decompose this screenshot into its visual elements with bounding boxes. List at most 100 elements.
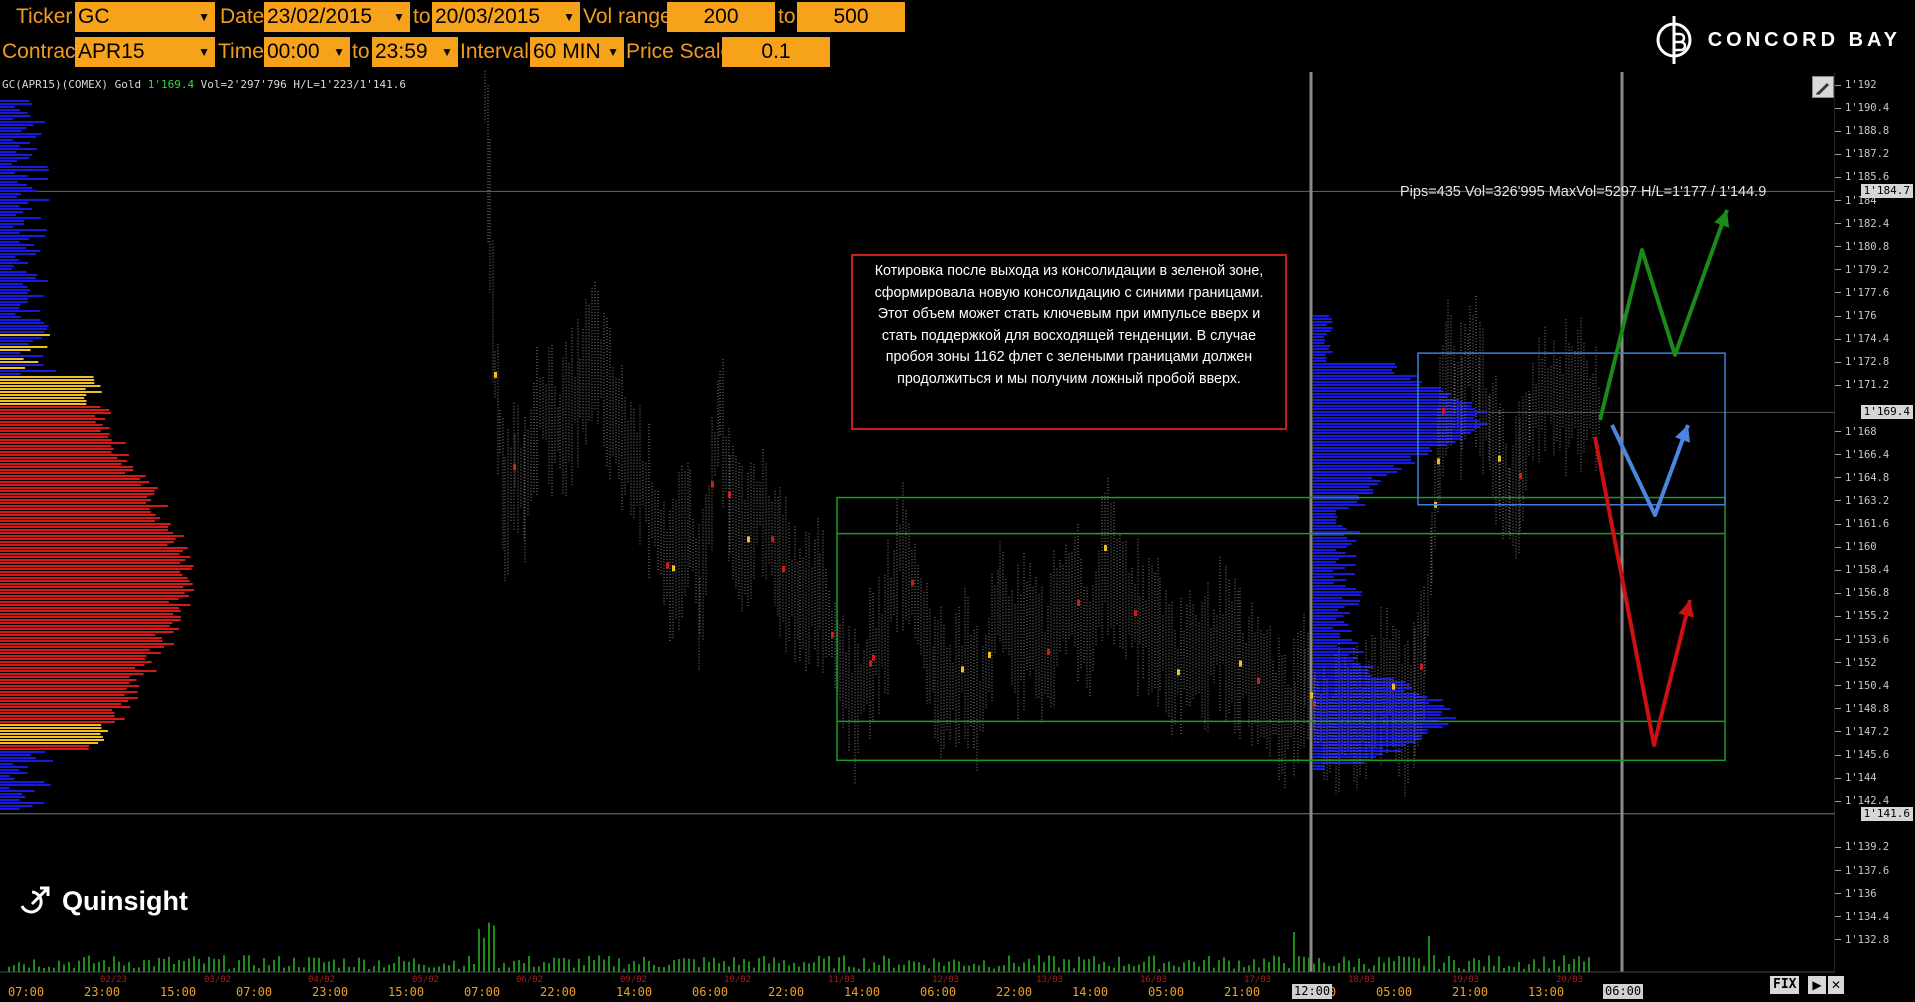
interval-select[interactable]: 60 MIN ▼ [530,37,624,67]
profile-bar [0,289,30,291]
profile-bar [0,622,173,624]
volume-bar [383,967,385,972]
volume-bar [398,956,400,972]
volume-bar [208,956,210,972]
profile-bar [1313,462,1416,464]
close-icon[interactable]: ✕ [1828,976,1844,994]
profile-bar [1313,354,1326,356]
volume-bar [1513,966,1515,972]
price-candle-highlight [782,566,785,572]
price-tick-label: 1'188.8 [1835,125,1915,137]
volume-bar [1023,962,1025,972]
vol-to-input[interactable]: 500 [797,2,905,32]
profile-bar [0,520,155,522]
profile-bar [1313,765,1325,767]
profile-bar [0,718,125,720]
volume-bar [883,955,885,972]
price-chart[interactable] [0,70,1835,975]
date-tick-label: 13/03 [1036,975,1064,985]
profile-bar [1313,357,1327,359]
scenario-arrows [1593,209,1730,747]
volume-bar [533,966,535,972]
volume-bar [393,963,395,972]
time-tick-label: 21:00 [1224,985,1261,999]
volume-bar [1463,968,1465,972]
profile-bar [1313,642,1359,644]
profile-bar [1313,381,1422,383]
volume-bar [363,959,365,972]
volume-bar [1493,965,1495,972]
time-label: Time [218,40,264,63]
volume-bar [403,961,405,972]
price-scale-input[interactable]: 0.1 [722,37,830,67]
ticker-value: GC [78,5,110,28]
fix-button[interactable]: FIX [1770,976,1800,994]
profile-bar [1313,555,1357,557]
volume-bar [893,967,895,972]
time-from-select[interactable]: 00:00 ▼ [264,37,350,67]
profile-bar [1313,594,1361,596]
volume-bar [1413,957,1415,972]
profile-bar [1313,501,1358,503]
price-tick-label: 1'163.2 [1835,495,1915,507]
brand-name: CONCORD BAY [1707,28,1901,51]
profile-bar [1313,318,1332,320]
volume-bar [1093,956,1095,972]
volume-bar [658,966,660,972]
volume-bar [1478,960,1480,972]
volume-bar [48,966,50,972]
time-tick-label: 06:00 [692,985,729,999]
chevron-right-icon[interactable]: ▶ [1808,976,1826,994]
profile-bar [0,628,180,630]
volume-bar [958,961,960,972]
volume-bar [573,967,575,972]
vol-from-input[interactable]: 200 [667,2,775,32]
profile-bar [0,730,108,732]
profile-bar [1313,417,1474,419]
volume-bar [723,961,725,972]
profile-bar [0,256,16,258]
volume-bar [108,967,110,972]
volume-bar [558,958,560,972]
profile-bar [0,586,184,588]
profile-bar [1313,570,1333,572]
volume-bar [158,958,160,972]
profile-bar [0,631,174,633]
date-from-picker[interactable]: 23/02/2015 ▼ [264,2,410,32]
profile-bar [0,700,129,702]
volume-bar [718,963,720,972]
profile-bar [0,682,130,684]
contract-select[interactable]: APR15 ▼ [75,37,215,67]
volume-bar [1348,960,1350,972]
profile-bar [1313,603,1359,605]
profile-bar [1313,633,1341,635]
profile-bar [0,115,31,117]
ticker-select[interactable]: GC ▼ [75,2,215,32]
profile-bar [1313,366,1397,368]
profile-bar [0,733,101,735]
analysis-annotation[interactable]: Котировка после выхода из консолидации в… [851,254,1287,430]
volume-bar [1223,957,1225,972]
profile-bar [0,118,14,120]
profile-bar [1313,516,1338,518]
profile-bar [0,232,20,234]
volume-bar [78,960,80,972]
volume-bar [613,966,615,972]
time-to-select[interactable]: 23:59 ▼ [372,37,458,67]
time-axis[interactable]: 07:00 23:00 15:00 07:00 23:00 15:00 07:00 22:00… [0,975,1835,999]
pencil-icon[interactable] [1812,76,1834,98]
profile-bar [0,193,22,195]
volume-bar [1423,965,1425,972]
price-tick-label: 1'179.2 [1835,264,1915,276]
date-to-picker[interactable]: 20/03/2015 ▼ [432,2,580,32]
profile-bar [0,748,89,750]
price-candle-highlight [1437,458,1440,465]
profile-bar [1313,768,1325,770]
profile-bar [0,415,95,417]
price-axis[interactable]: 1'192 1'190.4 1'188.8 1'187.2 1'185.6 1'184 1'… [1835,70,1915,982]
profile-bar [0,211,24,213]
volume-bar [1398,955,1400,972]
volume-bar [888,958,890,972]
volume-bar [1063,959,1065,972]
profile-bar [1313,645,1337,647]
